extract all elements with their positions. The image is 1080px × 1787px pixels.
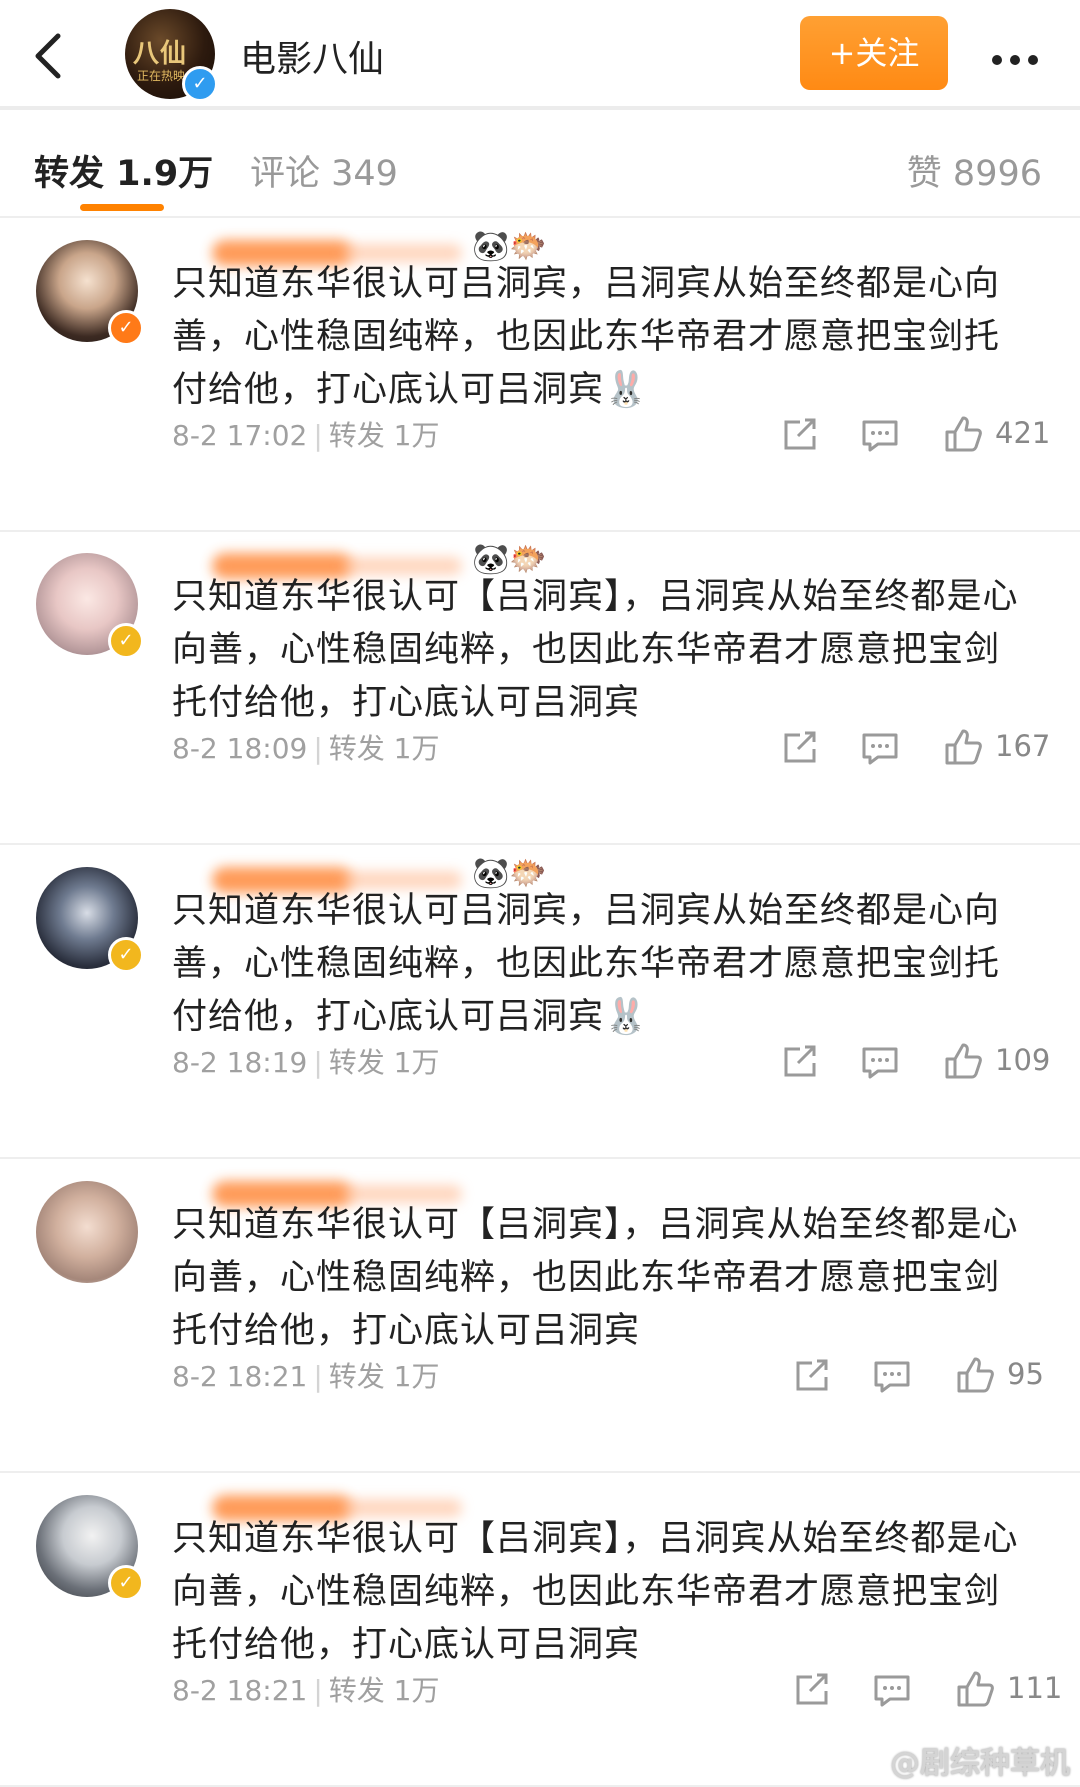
repost-text: 只知道东华很认可【吕洞宾】，吕洞宾从始至终都是心向善，心性稳固纯粹，也因此东华帝… [172,1199,1032,1358]
repost-text: 只知道东华很认可【吕洞宾】，吕洞宾从始至终都是心向善，心性稳固纯粹，也因此东华帝… [172,1513,1032,1672]
like-icon[interactable] [953,1353,997,1397]
share-icon[interactable] [778,412,822,456]
tab-likes[interactable]: 赞 8996 [907,145,1042,196]
meta-divider: | [313,732,323,765]
repost-text: 只知道东华很认可吕洞宾，吕洞宾从始至终都是心向善，心性稳固纯粹，也因此东华帝君才… [172,258,1032,417]
repost-text-body: 只知道东华很认可吕洞宾，吕洞宾从始至终都是心向善，心性稳固纯粹，也因此东华帝君才… [172,891,1001,1037]
repost-item[interactable]: ✓ 🐼🐡 只知道东华很认可吕洞宾，吕洞宾从始至终都是心向善，心性稳固纯粹，也因此东华… [0,218,1080,532]
repost-meta: 8-2 18:21 | 转发 1万 [172,1669,439,1709]
rabbit-emoji-icon: 🐰 [604,997,649,1037]
like-icon[interactable] [941,1039,985,1083]
repost-meta: 8-2 18:21 | 转发 1万 [172,1355,439,1395]
rabbit-emoji-icon: 🐰 [604,370,649,410]
comment-icon[interactable] [870,1667,914,1711]
like-icon[interactable] [953,1667,997,1711]
verified-check-icon: ✓ [182,66,218,102]
user-avatar[interactable] [36,1181,138,1283]
verified-badge-icon: ✓ [108,937,144,973]
repost-count: 转发 1万 [328,732,440,765]
share-icon[interactable] [778,725,822,769]
repost-count: 转发 1万 [328,1046,440,1079]
repost-count: 转发 1万 [328,1360,440,1393]
watermark: @剧综种草机 [890,1746,1070,1781]
repost-item[interactable]: ✓ 🐼🐡 只知道东华很认可【吕洞宾】，吕洞宾从始至终都是心向善，心性稳固纯粹，也因此… [0,531,1080,845]
comment-icon[interactable] [858,725,902,769]
account-name[interactable]: 电影八仙 [240,30,384,82]
repost-text-body: 只知道东华很认可【吕洞宾】，吕洞宾从始至终都是心向善，心性稳固纯粹，也因此东华帝… [172,1519,1019,1665]
tab-comments[interactable]: 评论 349 [250,145,398,196]
repost-time: 8-2 18:21 [172,1360,308,1393]
like-count: 95 [1007,1357,1044,1391]
comment-icon[interactable] [870,1353,914,1397]
like-count: 109 [995,1043,1051,1077]
like-count: 111 [1007,1671,1063,1705]
repost-meta: 8-2 18:19 | 转发 1万 [172,1041,439,1081]
meta-divider: | [313,1046,323,1079]
tab-reposts[interactable]: 转发 1.9万 [34,145,213,196]
meta-divider: | [313,1360,323,1393]
meta-divider: | [313,419,323,452]
more-options-icon[interactable] [992,50,1046,65]
like-count: 421 [995,416,1051,450]
share-icon[interactable] [790,1353,834,1397]
verified-badge-icon: ✓ [108,623,144,659]
back-arrow-icon[interactable] [24,24,84,84]
repost-text-body: 只知道东华很认可【吕洞宾】，吕洞宾从始至终都是心向善，心性稳固纯粹，也因此东华帝… [172,577,1019,723]
active-tab-indicator [80,204,164,211]
repost-count: 转发 1万 [328,419,440,452]
share-icon[interactable] [790,1667,834,1711]
tab-bar: 转发 1.9万 评论 349 赞 8996 [0,110,1080,218]
verified-badge-icon: ✓ [108,310,144,346]
like-count: 167 [995,729,1051,763]
meta-divider: | [313,1674,323,1707]
avatar-sub-text: 正在热映 [137,69,186,83]
repost-text: 只知道东华很认可吕洞宾，吕洞宾从始至终都是心向善，心性稳固纯粹，也因此东华帝君才… [172,885,1032,1044]
repost-time: 8-2 18:21 [172,1674,308,1707]
comment-icon[interactable] [858,1039,902,1083]
repost-count: 转发 1万 [328,1674,440,1707]
verified-badge-icon: ✓ [108,1565,144,1601]
repost-text: 只知道东华很认可【吕洞宾】，吕洞宾从始至终都是心向善，心性稳固纯粹，也因此东华帝… [172,571,1032,730]
follow-button[interactable]: +关注 [800,16,948,90]
comment-icon[interactable] [858,412,902,456]
like-icon[interactable] [941,725,985,769]
repost-time: 8-2 18:09 [172,732,308,765]
repost-text-body: 只知道东华很认可吕洞宾，吕洞宾从始至终都是心向善，心性稳固纯粹，也因此东华帝君才… [172,264,1001,410]
top-bar: 八仙 正在热映 ✓ 电影八仙 +关注 [0,0,1080,110]
repost-time: 8-2 17:02 [172,419,308,452]
avatar-logo-text: 八仙 [133,39,188,69]
repost-text-body: 只知道东华很认可【吕洞宾】，吕洞宾从始至终都是心向善，心性稳固纯粹，也因此东华帝… [172,1205,1019,1351]
repost-item[interactable]: ✓ 🐼🐡 只知道东华很认可吕洞宾，吕洞宾从始至终都是心向善，心性稳固纯粹，也因此东华… [0,845,1080,1159]
like-icon[interactable] [941,412,985,456]
share-icon[interactable] [778,1039,822,1083]
repost-item[interactable]: 只知道东华很认可【吕洞宾】，吕洞宾从始至终都是心向善，心性稳固纯粹，也因此东华帝… [0,1159,1080,1473]
repost-time: 8-2 18:19 [172,1046,308,1079]
repost-meta: 8-2 17:02 | 转发 1万 [172,414,439,454]
repost-meta: 8-2 18:09 | 转发 1万 [172,727,439,767]
